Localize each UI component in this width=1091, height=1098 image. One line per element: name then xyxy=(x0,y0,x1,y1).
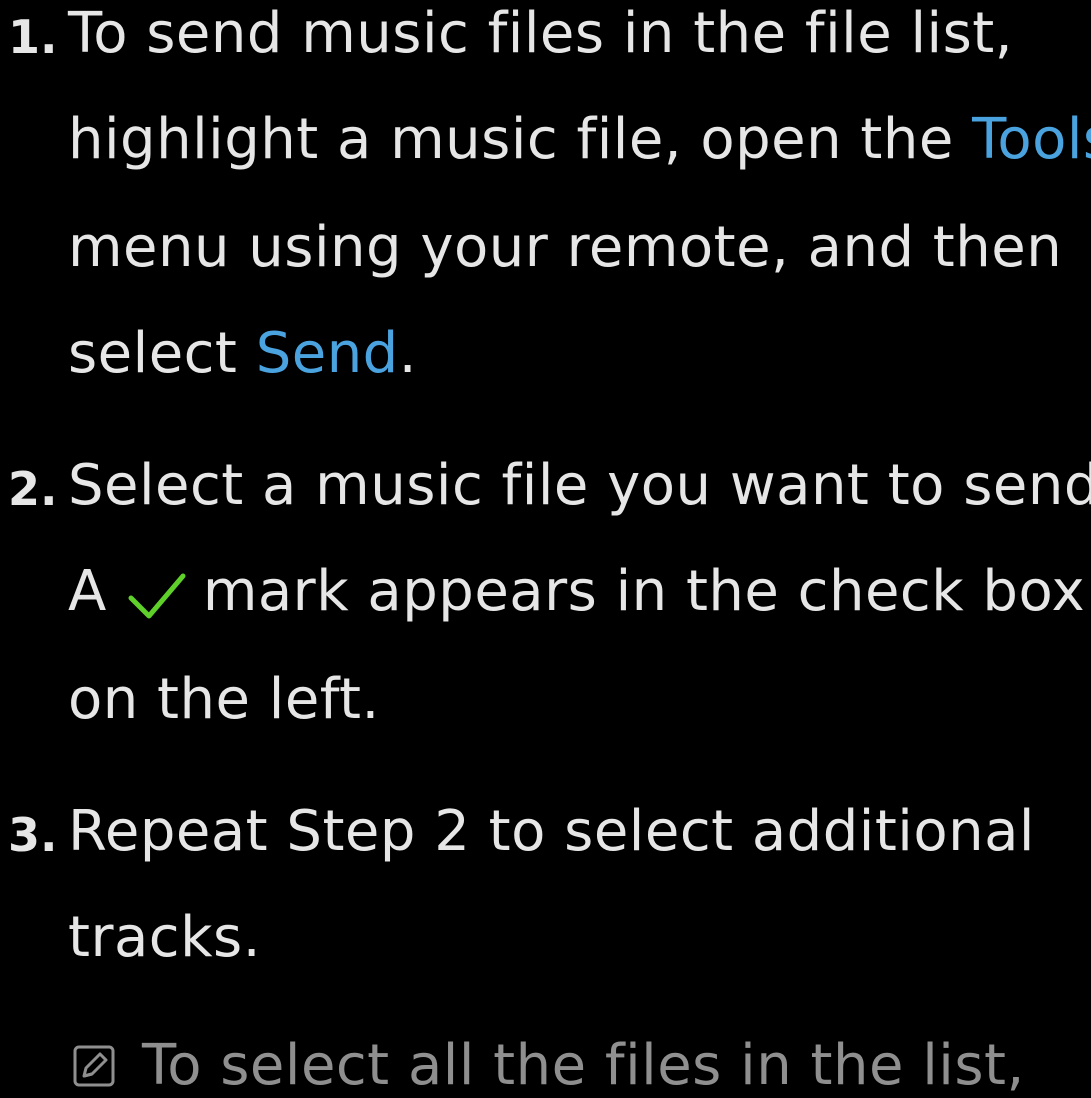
note: To select all the files in the list, xyxy=(72,1038,1025,1094)
step-number: 2. xyxy=(8,462,58,516)
step-text: select xyxy=(68,321,256,386)
step-text: A xyxy=(68,559,107,624)
step-number: 3. xyxy=(8,808,58,862)
step-text-line: To send music files in the file list, xyxy=(68,1,1014,66)
step-text-line: highlight a music file, open the Tools xyxy=(68,112,1091,168)
step-text-line: on the left. xyxy=(68,667,380,732)
step-text: . xyxy=(398,321,418,386)
send-option-label: Send xyxy=(255,321,399,386)
step-text-line: Amark appears in the check box xyxy=(68,564,1085,624)
step-text: mark appears in the check box xyxy=(202,559,1086,624)
tools-menu-label: Tools xyxy=(972,107,1091,172)
check-mark-icon xyxy=(127,568,187,624)
note-text: To select all the files in the list, xyxy=(142,1033,1025,1098)
step-number: 1. xyxy=(8,10,58,64)
note-icon xyxy=(72,1042,116,1087)
step-text-line: tracks. xyxy=(68,905,261,970)
step-text-line: Repeat Step 2 to select additional xyxy=(68,799,1035,864)
step-text-line: menu using your remote, and then xyxy=(68,215,1063,280)
step-text-line: Select a music file you want to send. xyxy=(68,453,1091,518)
step-text-line: select Send. xyxy=(68,326,417,382)
step-text: highlight a music file, open the xyxy=(68,107,973,172)
